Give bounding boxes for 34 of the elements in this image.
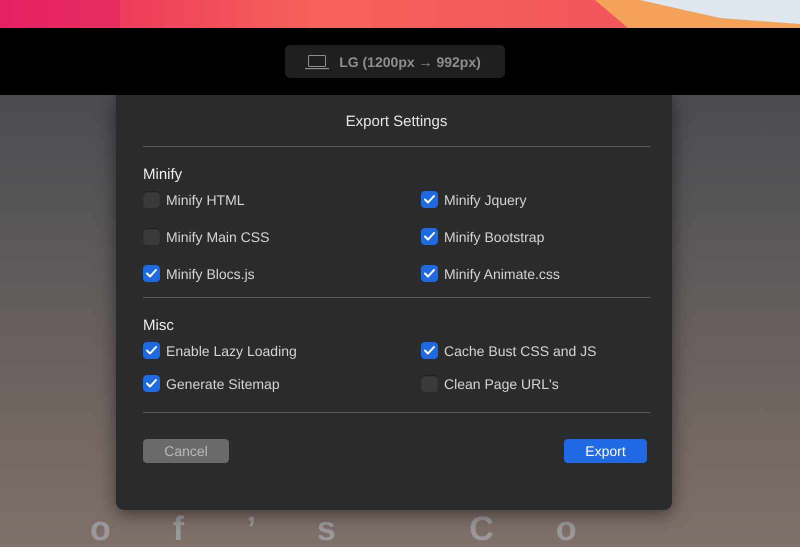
checkmark-icon: [424, 195, 435, 204]
checkbox[interactable]: [143, 375, 160, 392]
option-label: Minify Main CSS: [166, 228, 270, 244]
device-selector[interactable]: LG (1200px → 992px): [285, 45, 505, 78]
section-title: Minify: [143, 166, 184, 183]
section-title: Misc: [143, 317, 175, 334]
checkbox[interactable]: [421, 191, 438, 208]
checkbox[interactable]: [143, 265, 160, 282]
checkmark-icon: [424, 232, 435, 241]
cancel-button[interactable]: Cancel: [143, 439, 229, 463]
option-label: Clean Page URL's: [444, 376, 559, 392]
option-label: Minify HTML: [166, 192, 245, 208]
checkbox[interactable]: [143, 342, 160, 359]
checkmark-icon: [424, 346, 435, 355]
option-label: Enable Lazy Loading: [166, 342, 297, 358]
checkmark-icon: [424, 269, 435, 278]
checkbox[interactable]: [421, 342, 438, 359]
option-label: Minify Jquery: [444, 192, 526, 208]
checkbox[interactable]: [421, 228, 438, 245]
export-button[interactable]: Export: [564, 439, 647, 463]
checkmark-icon: [146, 379, 157, 388]
option-label: Minify Blocs.js: [166, 266, 255, 282]
option-label: Generate Sitemap: [166, 376, 280, 392]
laptop-icon: [305, 54, 330, 70]
checkbox[interactable]: [143, 228, 160, 245]
option-label: Minify Bootstrap: [444, 228, 544, 244]
option-label: Minify Animate.css: [444, 266, 560, 282]
checkbox[interactable]: [421, 265, 438, 282]
checkmark-icon: [146, 269, 157, 278]
checkbox[interactable]: [421, 375, 438, 392]
dialog-title: Export Settings: [344, 112, 448, 132]
checkbox[interactable]: [143, 191, 160, 208]
checkmark-icon: [146, 346, 157, 355]
option-label: Cache Bust CSS and JS: [444, 342, 597, 358]
